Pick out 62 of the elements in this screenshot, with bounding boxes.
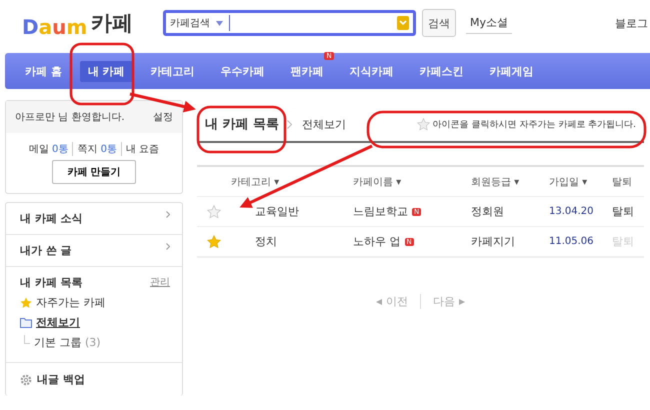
star-icon[interactable] xyxy=(207,234,221,248)
table-cell-text: 11.05.06 xyxy=(549,236,595,247)
manage-link[interactable]: 관리 xyxy=(150,275,170,290)
settings-link[interactable]: 설정 xyxy=(153,110,173,124)
stat-link[interactable]: 쪽지 0통 xyxy=(77,142,122,156)
chevron-icon xyxy=(166,243,170,250)
column-header[interactable]: 회원등급 ▾ xyxy=(471,174,549,188)
page-title: 내 카페 목록 xyxy=(205,116,280,133)
logo-letter: u xyxy=(52,17,66,37)
backup-link[interactable]: 내글 백업 xyxy=(37,372,85,387)
group-item[interactable]: 기본 그룹 (3) xyxy=(34,335,101,350)
nav-tab[interactable]: 지식카페 xyxy=(342,60,402,82)
column-header[interactable]: 카테고리 ▾ xyxy=(231,174,353,188)
chevron-icon xyxy=(166,211,170,218)
next-arrow-icon xyxy=(459,298,465,304)
column-header[interactable]: 가입일 ▾ xyxy=(549,174,612,188)
nav-tab[interactable]: 카테고리 xyxy=(142,60,203,82)
annotation-arrow xyxy=(130,92,196,112)
search-button[interactable]: 검색 xyxy=(422,9,456,37)
star-icon xyxy=(20,296,32,308)
blog-link[interactable]: 블로그 xyxy=(615,16,648,30)
table-cell-text: 카페지기 xyxy=(471,234,516,249)
logo-letter: D xyxy=(22,17,39,37)
cafe-list-item[interactable]: 전체보기 xyxy=(36,315,80,330)
leave-link[interactable]: 탈퇴 xyxy=(612,205,634,218)
logo-title: 카페 xyxy=(91,10,134,37)
prev-arrow-icon xyxy=(376,298,382,304)
nav-tab[interactable]: 카페게임 xyxy=(482,60,542,82)
caret-icon xyxy=(216,20,223,26)
hint-text: 아이콘을 클릭하시면 자주가는 카페로 추가됩니다. xyxy=(432,118,636,130)
chevron-icon xyxy=(287,120,292,128)
breadcrumb: 전체보기 xyxy=(302,116,346,132)
table-cell-text: 교육일반 xyxy=(254,204,300,219)
table-cell-text: 13.04.20 xyxy=(549,206,595,217)
cafe-name-link[interactable]: 노하우 업 xyxy=(353,234,400,249)
menu-item[interactable]: 내가 쓴 글 xyxy=(6,235,182,267)
table-cell-text: 정치 xyxy=(254,234,278,249)
stat-link[interactable]: 메일 0통 xyxy=(28,142,74,156)
search-field[interactable]: 카페검색 xyxy=(163,10,416,36)
logo-letter: a xyxy=(38,17,52,37)
welcome-text: 아프로만 님 환영합니다. xyxy=(15,111,125,124)
my-news-link[interactable]: 내 요즘 xyxy=(126,142,160,156)
my-social-link[interactable]: My소셜 xyxy=(466,12,512,34)
menu-item[interactable]: 내 카페 소식 xyxy=(6,203,182,235)
star-icon xyxy=(416,118,430,130)
nav-tab[interactable]: 카페스킨 xyxy=(412,60,472,82)
nav-tab[interactable]: 우수카페 xyxy=(212,60,273,82)
star-icon[interactable] xyxy=(207,204,221,218)
nav-tab[interactable]: 카페 홈 xyxy=(17,60,70,82)
column-header[interactable]: 탈퇴 xyxy=(612,174,642,188)
column-header[interactable]: 카페이름 ▾ xyxy=(353,174,471,188)
create-cafe-button[interactable]: 카페 만들기 xyxy=(52,160,136,184)
dropdown-icon[interactable] xyxy=(397,16,409,30)
nav-tab[interactable]: 내 카페 xyxy=(80,60,133,82)
logo-letter: m xyxy=(66,17,88,37)
gear-icon xyxy=(20,374,32,386)
nav-tab[interactable]: 팬카페 xyxy=(282,60,332,82)
cafe-name-link[interactable]: 느림보학교 xyxy=(353,204,408,219)
section-title: 내 카페 목록 xyxy=(20,275,83,290)
table-cell-text: 정회원 xyxy=(471,204,505,219)
folder-icon xyxy=(20,317,32,328)
cafe-list-item[interactable]: 자주가는 카페 xyxy=(36,295,106,310)
